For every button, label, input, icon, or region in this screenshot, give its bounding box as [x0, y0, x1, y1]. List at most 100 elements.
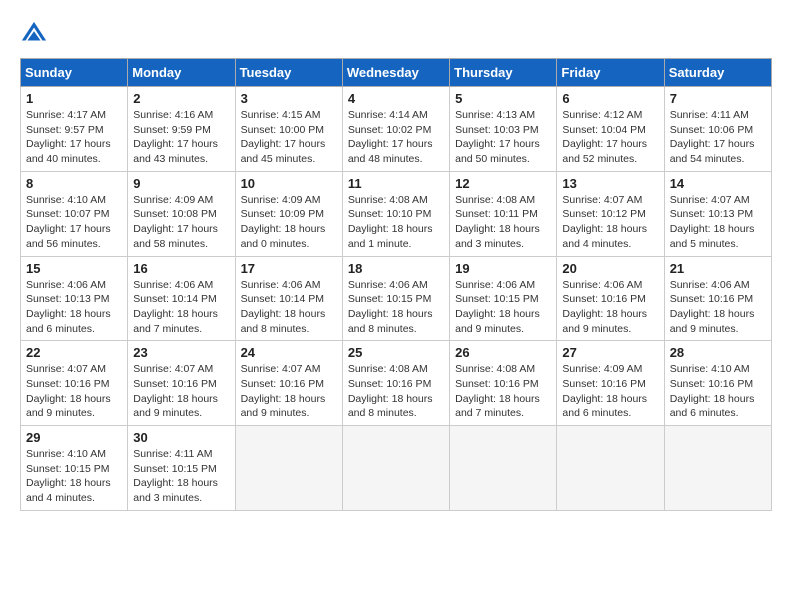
weekday-header-saturday: Saturday — [664, 59, 771, 87]
logo-icon — [20, 20, 48, 48]
day-number: 16 — [133, 261, 229, 276]
calendar-cell: 28 Sunrise: 4:10 AM Sunset: 10:16 PM Dayl… — [664, 341, 771, 426]
day-info: Sunrise: 4:08 AM Sunset: 10:10 PM Daylig… — [348, 193, 444, 252]
day-number: 9 — [133, 176, 229, 191]
day-info: Sunrise: 4:06 AM Sunset: 10:16 PM Daylig… — [562, 278, 658, 337]
day-number: 3 — [241, 91, 337, 106]
day-number: 26 — [455, 345, 551, 360]
day-info: Sunrise: 4:08 AM Sunset: 10:16 PM Daylig… — [348, 362, 444, 421]
day-number: 29 — [26, 430, 122, 445]
day-info: Sunrise: 4:06 AM Sunset: 10:14 PM Daylig… — [133, 278, 229, 337]
calendar-cell: 1 Sunrise: 4:17 AM Sunset: 9:57 PM Daylig… — [21, 87, 128, 172]
day-info: Sunrise: 4:13 AM Sunset: 10:03 PM Daylig… — [455, 108, 551, 167]
day-info: Sunrise: 4:12 AM Sunset: 10:04 PM Daylig… — [562, 108, 658, 167]
calendar-cell: 4 Sunrise: 4:14 AM Sunset: 10:02 PM Dayli… — [342, 87, 449, 172]
day-info: Sunrise: 4:14 AM Sunset: 10:02 PM Daylig… — [348, 108, 444, 167]
calendar-cell: 23 Sunrise: 4:07 AM Sunset: 10:16 PM Dayl… — [128, 341, 235, 426]
day-info: Sunrise: 4:06 AM Sunset: 10:13 PM Daylig… — [26, 278, 122, 337]
day-info: Sunrise: 4:11 AM Sunset: 10:06 PM Daylig… — [670, 108, 766, 167]
day-number: 22 — [26, 345, 122, 360]
calendar-cell: 19 Sunrise: 4:06 AM Sunset: 10:15 PM Dayl… — [450, 256, 557, 341]
calendar-cell: 17 Sunrise: 4:06 AM Sunset: 10:14 PM Dayl… — [235, 256, 342, 341]
day-number: 13 — [562, 176, 658, 191]
day-number: 11 — [348, 176, 444, 191]
calendar-cell: 21Sunrise: 4:06 AM Sunset: 10:16 PM Dayl… — [664, 256, 771, 341]
calendar-cell: 8 Sunrise: 4:10 AM Sunset: 10:07 PM Dayli… — [21, 171, 128, 256]
day-info: Sunrise: 4:10 AM Sunset: 10:07 PM Daylig… — [26, 193, 122, 252]
day-number: 1 — [26, 91, 122, 106]
day-info: Sunrise: 4:10 AM Sunset: 10:16 PM Daylig… — [670, 362, 766, 421]
day-info: Sunrise: 4:07 AM Sunset: 10:13 PM Daylig… — [670, 193, 766, 252]
day-number: 20 — [562, 261, 658, 276]
day-number: 10 — [241, 176, 337, 191]
calendar-week-row: 29 Sunrise: 4:10 AM Sunset: 10:15 PM Dayl… — [21, 426, 772, 511]
calendar-cell: 16 Sunrise: 4:06 AM Sunset: 10:14 PM Dayl… — [128, 256, 235, 341]
day-info: Sunrise: 4:07 AM Sunset: 10:16 PM Daylig… — [133, 362, 229, 421]
calendar-cell: 22 Sunrise: 4:07 AM Sunset: 10:16 PM Dayl… — [21, 341, 128, 426]
day-info: Sunrise: 4:09 AM Sunset: 10:08 PM Daylig… — [133, 193, 229, 252]
day-info: Sunrise: 4:07 AM Sunset: 10:16 PM Daylig… — [241, 362, 337, 421]
day-number: 18 — [348, 261, 444, 276]
calendar-table: SundayMondayTuesdayWednesdayThursdayFrid… — [20, 58, 772, 511]
day-info: Sunrise: 4:06 AM Sunset: 10:15 PM Daylig… — [348, 278, 444, 337]
calendar-cell: 14Sunrise: 4:07 AM Sunset: 10:13 PM Dayl… — [664, 171, 771, 256]
day-info: Sunrise: 4:07 AM Sunset: 10:16 PM Daylig… — [26, 362, 122, 421]
calendar-cell: 20 Sunrise: 4:06 AM Sunset: 10:16 PM Dayl… — [557, 256, 664, 341]
calendar-cell: 11 Sunrise: 4:08 AM Sunset: 10:10 PM Dayl… — [342, 171, 449, 256]
calendar-cell: 7Sunrise: 4:11 AM Sunset: 10:06 PM Dayli… — [664, 87, 771, 172]
calendar-cell — [450, 426, 557, 511]
calendar-cell: 27 Sunrise: 4:09 AM Sunset: 10:16 PM Dayl… — [557, 341, 664, 426]
calendar-header-row: SundayMondayTuesdayWednesdayThursdayFrid… — [21, 59, 772, 87]
day-number: 2 — [133, 91, 229, 106]
calendar-week-row: 15Sunrise: 4:06 AM Sunset: 10:13 PM Dayl… — [21, 256, 772, 341]
calendar-cell: 12 Sunrise: 4:08 AM Sunset: 10:11 PM Dayl… — [450, 171, 557, 256]
calendar-cell: 2Sunrise: 4:16 AM Sunset: 9:59 PM Daylig… — [128, 87, 235, 172]
calendar-cell: 5 Sunrise: 4:13 AM Sunset: 10:03 PM Dayli… — [450, 87, 557, 172]
weekday-header-thursday: Thursday — [450, 59, 557, 87]
calendar-cell: 13 Sunrise: 4:07 AM Sunset: 10:12 PM Dayl… — [557, 171, 664, 256]
day-info: Sunrise: 4:08 AM Sunset: 10:11 PM Daylig… — [455, 193, 551, 252]
weekday-header-monday: Monday — [128, 59, 235, 87]
calendar-cell: 25 Sunrise: 4:08 AM Sunset: 10:16 PM Dayl… — [342, 341, 449, 426]
calendar-cell: 18 Sunrise: 4:06 AM Sunset: 10:15 PM Dayl… — [342, 256, 449, 341]
logo — [20, 20, 52, 48]
day-number: 23 — [133, 345, 229, 360]
day-number: 8 — [26, 176, 122, 191]
day-number: 21 — [670, 261, 766, 276]
calendar-cell — [664, 426, 771, 511]
weekday-header-sunday: Sunday — [21, 59, 128, 87]
day-info: Sunrise: 4:11 AM Sunset: 10:15 PM Daylig… — [133, 447, 229, 506]
day-info: Sunrise: 4:08 AM Sunset: 10:16 PM Daylig… — [455, 362, 551, 421]
day-number: 28 — [670, 345, 766, 360]
calendar-cell — [342, 426, 449, 511]
weekday-header-friday: Friday — [557, 59, 664, 87]
day-number: 25 — [348, 345, 444, 360]
day-number: 19 — [455, 261, 551, 276]
calendar-cell: 29 Sunrise: 4:10 AM Sunset: 10:15 PM Dayl… — [21, 426, 128, 511]
calendar-cell: 6 Sunrise: 4:12 AM Sunset: 10:04 PM Dayli… — [557, 87, 664, 172]
day-number: 27 — [562, 345, 658, 360]
calendar-week-row: 22 Sunrise: 4:07 AM Sunset: 10:16 PM Dayl… — [21, 341, 772, 426]
day-info: Sunrise: 4:10 AM Sunset: 10:15 PM Daylig… — [26, 447, 122, 506]
calendar-cell: 26 Sunrise: 4:08 AM Sunset: 10:16 PM Dayl… — [450, 341, 557, 426]
page-header — [20, 20, 772, 48]
day-number: 24 — [241, 345, 337, 360]
calendar-cell — [557, 426, 664, 511]
day-info: Sunrise: 4:15 AM Sunset: 10:00 PM Daylig… — [241, 108, 337, 167]
calendar-cell: 9 Sunrise: 4:09 AM Sunset: 10:08 PM Dayli… — [128, 171, 235, 256]
day-number: 4 — [348, 91, 444, 106]
calendar-cell: 24 Sunrise: 4:07 AM Sunset: 10:16 PM Dayl… — [235, 341, 342, 426]
day-number: 12 — [455, 176, 551, 191]
calendar-cell: 10Sunrise: 4:09 AM Sunset: 10:09 PM Dayl… — [235, 171, 342, 256]
day-number: 17 — [241, 261, 337, 276]
day-info: Sunrise: 4:07 AM Sunset: 10:12 PM Daylig… — [562, 193, 658, 252]
day-info: Sunrise: 4:06 AM Sunset: 10:14 PM Daylig… — [241, 278, 337, 337]
calendar-week-row: 1 Sunrise: 4:17 AM Sunset: 9:57 PM Daylig… — [21, 87, 772, 172]
day-number: 6 — [562, 91, 658, 106]
day-info: Sunrise: 4:06 AM Sunset: 10:15 PM Daylig… — [455, 278, 551, 337]
day-info: Sunrise: 4:09 AM Sunset: 10:16 PM Daylig… — [562, 362, 658, 421]
day-number: 5 — [455, 91, 551, 106]
calendar-cell — [235, 426, 342, 511]
day-info: Sunrise: 4:17 AM Sunset: 9:57 PM Dayligh… — [26, 108, 122, 167]
calendar-cell: 30Sunrise: 4:11 AM Sunset: 10:15 PM Dayl… — [128, 426, 235, 511]
